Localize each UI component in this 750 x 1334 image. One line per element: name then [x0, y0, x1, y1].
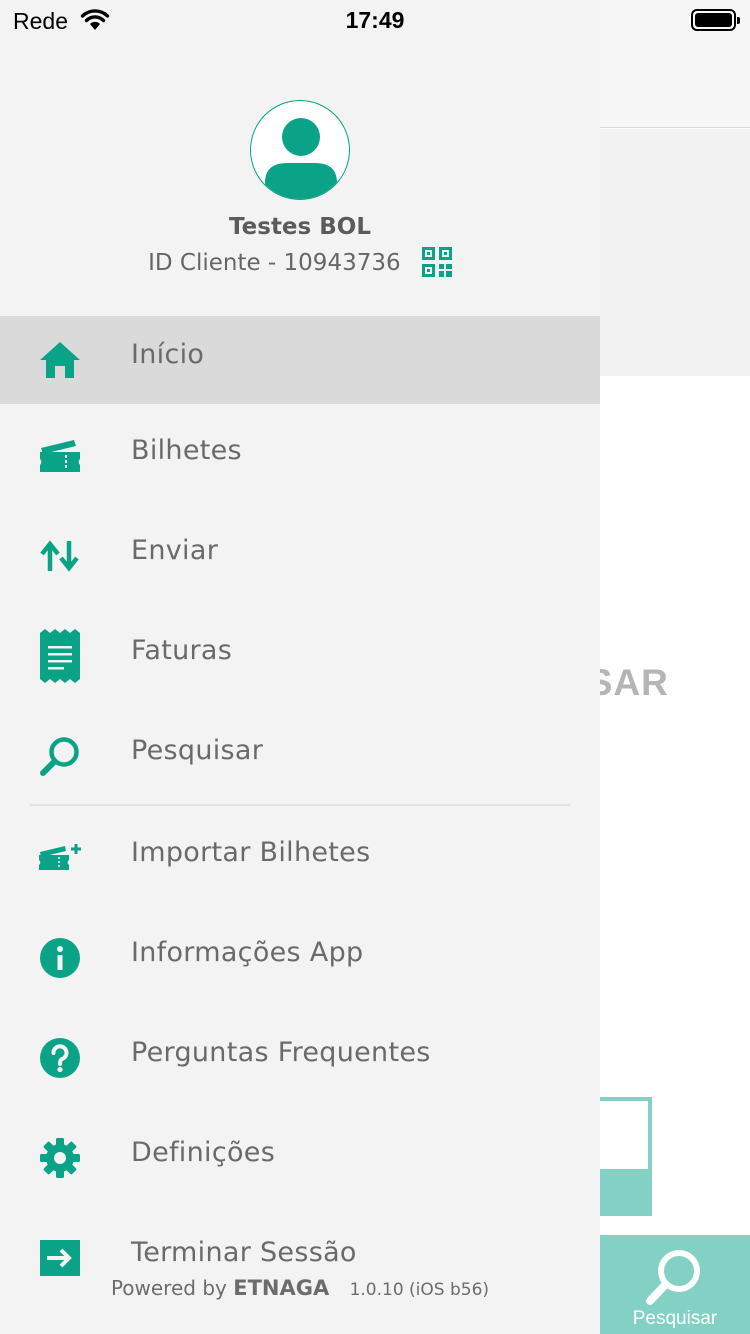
avatar[interactable]	[250, 100, 350, 200]
search-icon	[40, 737, 79, 776]
ticket-icon	[40, 440, 80, 472]
menu-label-perguntas-frequentes: Perguntas Frequentes	[131, 1037, 431, 1068]
home-icon	[40, 342, 80, 378]
menu-item-bilhetes[interactable]: Bilhetes	[0, 412, 600, 500]
qr-code-icon[interactable]	[421, 246, 452, 277]
menu-label-inicio: Início	[131, 339, 205, 370]
menu-item-definicoes[interactable]: Definições	[0, 1114, 600, 1202]
footer: Powered by ETNAGA 1.0.10 (iOS b56)	[0, 1276, 600, 1300]
menu-label-bilhetes: Bilhetes	[131, 435, 242, 466]
menu-label-definicoes: Definições	[131, 1137, 276, 1168]
powered-by-text: Powered by	[110, 1276, 227, 1300]
tab-pesquisar[interactable]: Pesquisar	[600, 1235, 750, 1334]
battery-icon	[691, 9, 740, 31]
menu-label-faturas: Faturas	[131, 635, 233, 666]
side-drawer: Testes BOL ID Cliente - 10943736 Início	[0, 0, 600, 1334]
client-id-row: ID Cliente - 10943736	[0, 246, 600, 277]
menu-item-informacoes-app[interactable]: Informações App	[0, 914, 600, 1002]
menu-item-pesquisar[interactable]: Pesquisar	[0, 712, 600, 800]
menu-divider	[30, 804, 570, 806]
brand-name: ETNAGA	[233, 1276, 330, 1300]
user-icon	[265, 118, 337, 199]
transfer-arrows-icon	[40, 540, 79, 572]
menu-item-faturas[interactable]: Faturas	[0, 612, 600, 700]
menu-label-enviar: Enviar	[131, 535, 219, 566]
info-icon	[40, 938, 80, 978]
menu-label-importar-bilhetes: Importar Bilhetes	[131, 837, 371, 868]
tab-pesquisar-label: Pesquisar	[632, 1308, 718, 1329]
client-id: ID Cliente - 10943736	[148, 250, 401, 276]
logout-icon	[40, 1240, 80, 1276]
status-bar: Rede 17:49	[0, 0, 750, 40]
help-icon	[40, 1038, 80, 1078]
user-name: Testes BOL	[229, 214, 371, 240]
app-version: 1.0.10 (iOS b56)	[349, 1280, 490, 1300]
receipt-icon	[40, 629, 80, 683]
status-time: 17:49	[345, 7, 405, 33]
menu-item-enviar[interactable]: Enviar	[0, 512, 600, 600]
menu-label-informacoes-app: Informações App	[131, 937, 364, 968]
ticket-add-icon	[39, 844, 81, 870]
menu-item-perguntas-frequentes[interactable]: Perguntas Frequentes	[0, 1014, 600, 1102]
menu-item-importar-bilhetes[interactable]: Importar Bilhetes	[0, 814, 600, 902]
search-icon	[646, 1250, 700, 1305]
gear-icon	[40, 1138, 80, 1178]
menu-label-terminar-sessao: Terminar Sessão	[131, 1237, 357, 1268]
menu-label-pesquisar: Pesquisar	[131, 735, 264, 766]
menu-item-inicio[interactable]: Início	[0, 316, 600, 404]
